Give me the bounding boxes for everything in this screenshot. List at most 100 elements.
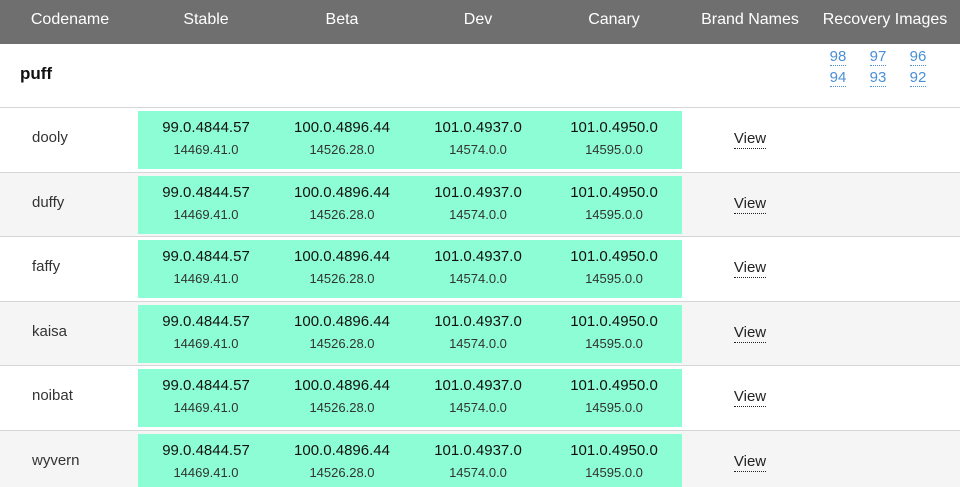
stable-version: 99.0.4844.57 <box>162 312 250 330</box>
board-group-name: puff <box>20 64 53 83</box>
versions-table: Codename Stable Beta Dev Canary Brand Na… <box>0 0 960 487</box>
canary-cell: 101.0.4950.0 14595.0.0 <box>564 247 664 288</box>
canary-version: 101.0.4950.0 <box>570 119 658 136</box>
table-header: Codename Stable Beta Dev Canary Brand Na… <box>0 0 960 44</box>
stable-version: 99.0.4844.57 <box>162 377 250 394</box>
brand-names-view-link[interactable]: View <box>716 130 784 149</box>
beta-cell: 100.0.4896.44 14526.28.0 <box>292 118 392 159</box>
beta-version: 100.0.4896.44 <box>294 441 390 459</box>
device-codename: kaisa <box>32 322 68 340</box>
brand-names-view-link[interactable]: View <box>716 388 784 407</box>
recovery-link-97[interactable]: 97 <box>858 48 898 66</box>
beta-platform: 14526.28.0 <box>309 206 375 222</box>
header-stable: Stable <box>183 11 229 28</box>
dev-platform: 14574.0.0 <box>449 142 507 157</box>
canary-version: 101.0.4950.0 <box>570 377 658 394</box>
stable-platform: 14469.41.0 <box>173 464 239 480</box>
canary-platform: 14595.0.0 <box>585 464 643 480</box>
device-codename: wyvern <box>32 451 80 469</box>
stable-version: 99.0.4844.57 <box>162 183 250 201</box>
table-row: faffy 99.0.4844.57 14469.41.0 100.0.4896… <box>0 237 960 302</box>
dev-version: 101.0.4937.0 <box>434 441 522 459</box>
dev-platform: 14574.0.0 <box>449 464 507 480</box>
stable-platform: 14469.41.0 <box>173 271 239 286</box>
stable-cell: 99.0.4844.57 14469.41.0 <box>156 247 256 288</box>
stable-platform: 14469.41.0 <box>173 400 239 415</box>
beta-version: 100.0.4896.44 <box>294 119 390 136</box>
stable-version: 99.0.4844.57 <box>162 119 250 136</box>
beta-platform: 14526.28.0 <box>309 271 375 286</box>
beta-version: 100.0.4896.44 <box>294 377 390 394</box>
stable-cell: 99.0.4844.57 14469.41.0 <box>156 312 256 353</box>
dev-version: 101.0.4937.0 <box>434 312 522 330</box>
dev-platform: 14574.0.0 <box>449 206 507 222</box>
brand-names-view-link[interactable]: View <box>716 194 784 214</box>
canary-platform: 14595.0.0 <box>585 142 643 157</box>
device-rows: dooly 99.0.4844.57 14469.41.0 100.0.4896… <box>0 108 960 487</box>
dev-cell: 101.0.4937.0 14574.0.0 <box>428 118 528 159</box>
table-row: dooly 99.0.4844.57 14469.41.0 100.0.4896… <box>0 108 960 173</box>
dev-cell: 101.0.4937.0 14574.0.0 <box>428 312 528 353</box>
canary-platform: 14595.0.0 <box>585 271 643 286</box>
stable-platform: 14469.41.0 <box>173 206 239 222</box>
canary-version: 101.0.4950.0 <box>570 312 658 330</box>
stable-version: 99.0.4844.57 <box>162 441 250 459</box>
recovery-link-92[interactable]: 92 <box>898 69 938 87</box>
header-canary: Canary <box>588 11 640 28</box>
dev-cell: 101.0.4937.0 14574.0.0 <box>428 376 528 417</box>
beta-cell: 100.0.4896.44 14526.28.0 <box>292 376 392 417</box>
beta-version: 100.0.4896.44 <box>294 312 390 330</box>
device-codename: duffy <box>32 193 65 211</box>
recovery-link-93[interactable]: 93 <box>858 69 898 87</box>
dev-platform: 14574.0.0 <box>449 271 507 286</box>
brand-names-view-link[interactable]: View <box>716 452 784 472</box>
beta-version: 100.0.4896.44 <box>294 248 390 265</box>
beta-platform: 14526.28.0 <box>309 335 375 351</box>
recovery-link-98[interactable]: 98 <box>818 48 858 66</box>
device-codename: noibat <box>32 387 73 404</box>
canary-cell: 101.0.4950.0 14595.0.0 <box>564 376 664 417</box>
dev-platform: 14574.0.0 <box>449 335 507 351</box>
dev-platform: 14574.0.0 <box>449 400 507 415</box>
beta-platform: 14526.28.0 <box>309 142 375 157</box>
dev-version: 101.0.4937.0 <box>434 183 522 201</box>
table-row: wyvern 99.0.4844.57 14469.41.0 100.0.489… <box>0 430 960 487</box>
dev-cell: 101.0.4937.0 14574.0.0 <box>428 441 528 482</box>
recovery-image-links: 98 97 96 94 93 92 <box>818 48 938 87</box>
beta-platform: 14526.28.0 <box>309 400 375 415</box>
header-recovery-images: Recovery Images <box>822 11 948 28</box>
beta-cell: 100.0.4896.44 14526.28.0 <box>292 441 392 482</box>
canary-platform: 14595.0.0 <box>585 335 643 351</box>
table-row: noibat 99.0.4844.57 14469.41.0 100.0.489… <box>0 366 960 431</box>
recovery-link-94[interactable]: 94 <box>818 69 858 87</box>
stable-version: 99.0.4844.57 <box>162 248 250 265</box>
stable-cell: 99.0.4844.57 14469.41.0 <box>156 376 256 417</box>
recovery-link-96[interactable]: 96 <box>898 48 938 66</box>
canary-cell: 101.0.4950.0 14595.0.0 <box>564 312 664 353</box>
canary-version: 101.0.4950.0 <box>570 441 658 459</box>
beta-cell: 100.0.4896.44 14526.28.0 <box>292 183 392 224</box>
table-row: kaisa 99.0.4844.57 14469.41.0 100.0.4896… <box>0 301 960 366</box>
beta-platform: 14526.28.0 <box>309 464 375 480</box>
canary-cell: 101.0.4950.0 14595.0.0 <box>564 441 664 482</box>
beta-version: 100.0.4896.44 <box>294 183 390 201</box>
beta-cell: 100.0.4896.44 14526.28.0 <box>292 312 392 353</box>
dev-cell: 101.0.4937.0 14574.0.0 <box>428 247 528 288</box>
canary-cell: 101.0.4950.0 14595.0.0 <box>564 118 664 159</box>
header-brand-names: Brand Names <box>701 11 799 28</box>
canary-platform: 14595.0.0 <box>585 400 643 415</box>
device-codename: dooly <box>32 129 68 146</box>
beta-cell: 100.0.4896.44 14526.28.0 <box>292 247 392 288</box>
canary-cell: 101.0.4950.0 14595.0.0 <box>564 183 664 224</box>
table-row: duffy 99.0.4844.57 14469.41.0 100.0.4896… <box>0 172 960 237</box>
brand-names-view-link[interactable]: View <box>716 323 784 343</box>
dev-version: 101.0.4937.0 <box>434 119 522 136</box>
canary-platform: 14595.0.0 <box>585 206 643 222</box>
device-codename: faffy <box>32 258 61 275</box>
dev-version: 101.0.4937.0 <box>434 377 522 394</box>
stable-cell: 99.0.4844.57 14469.41.0 <box>156 183 256 224</box>
dev-version: 101.0.4937.0 <box>434 248 522 265</box>
header-beta: Beta <box>325 11 359 28</box>
header-dev: Dev <box>463 11 493 28</box>
brand-names-view-link[interactable]: View <box>716 259 784 278</box>
